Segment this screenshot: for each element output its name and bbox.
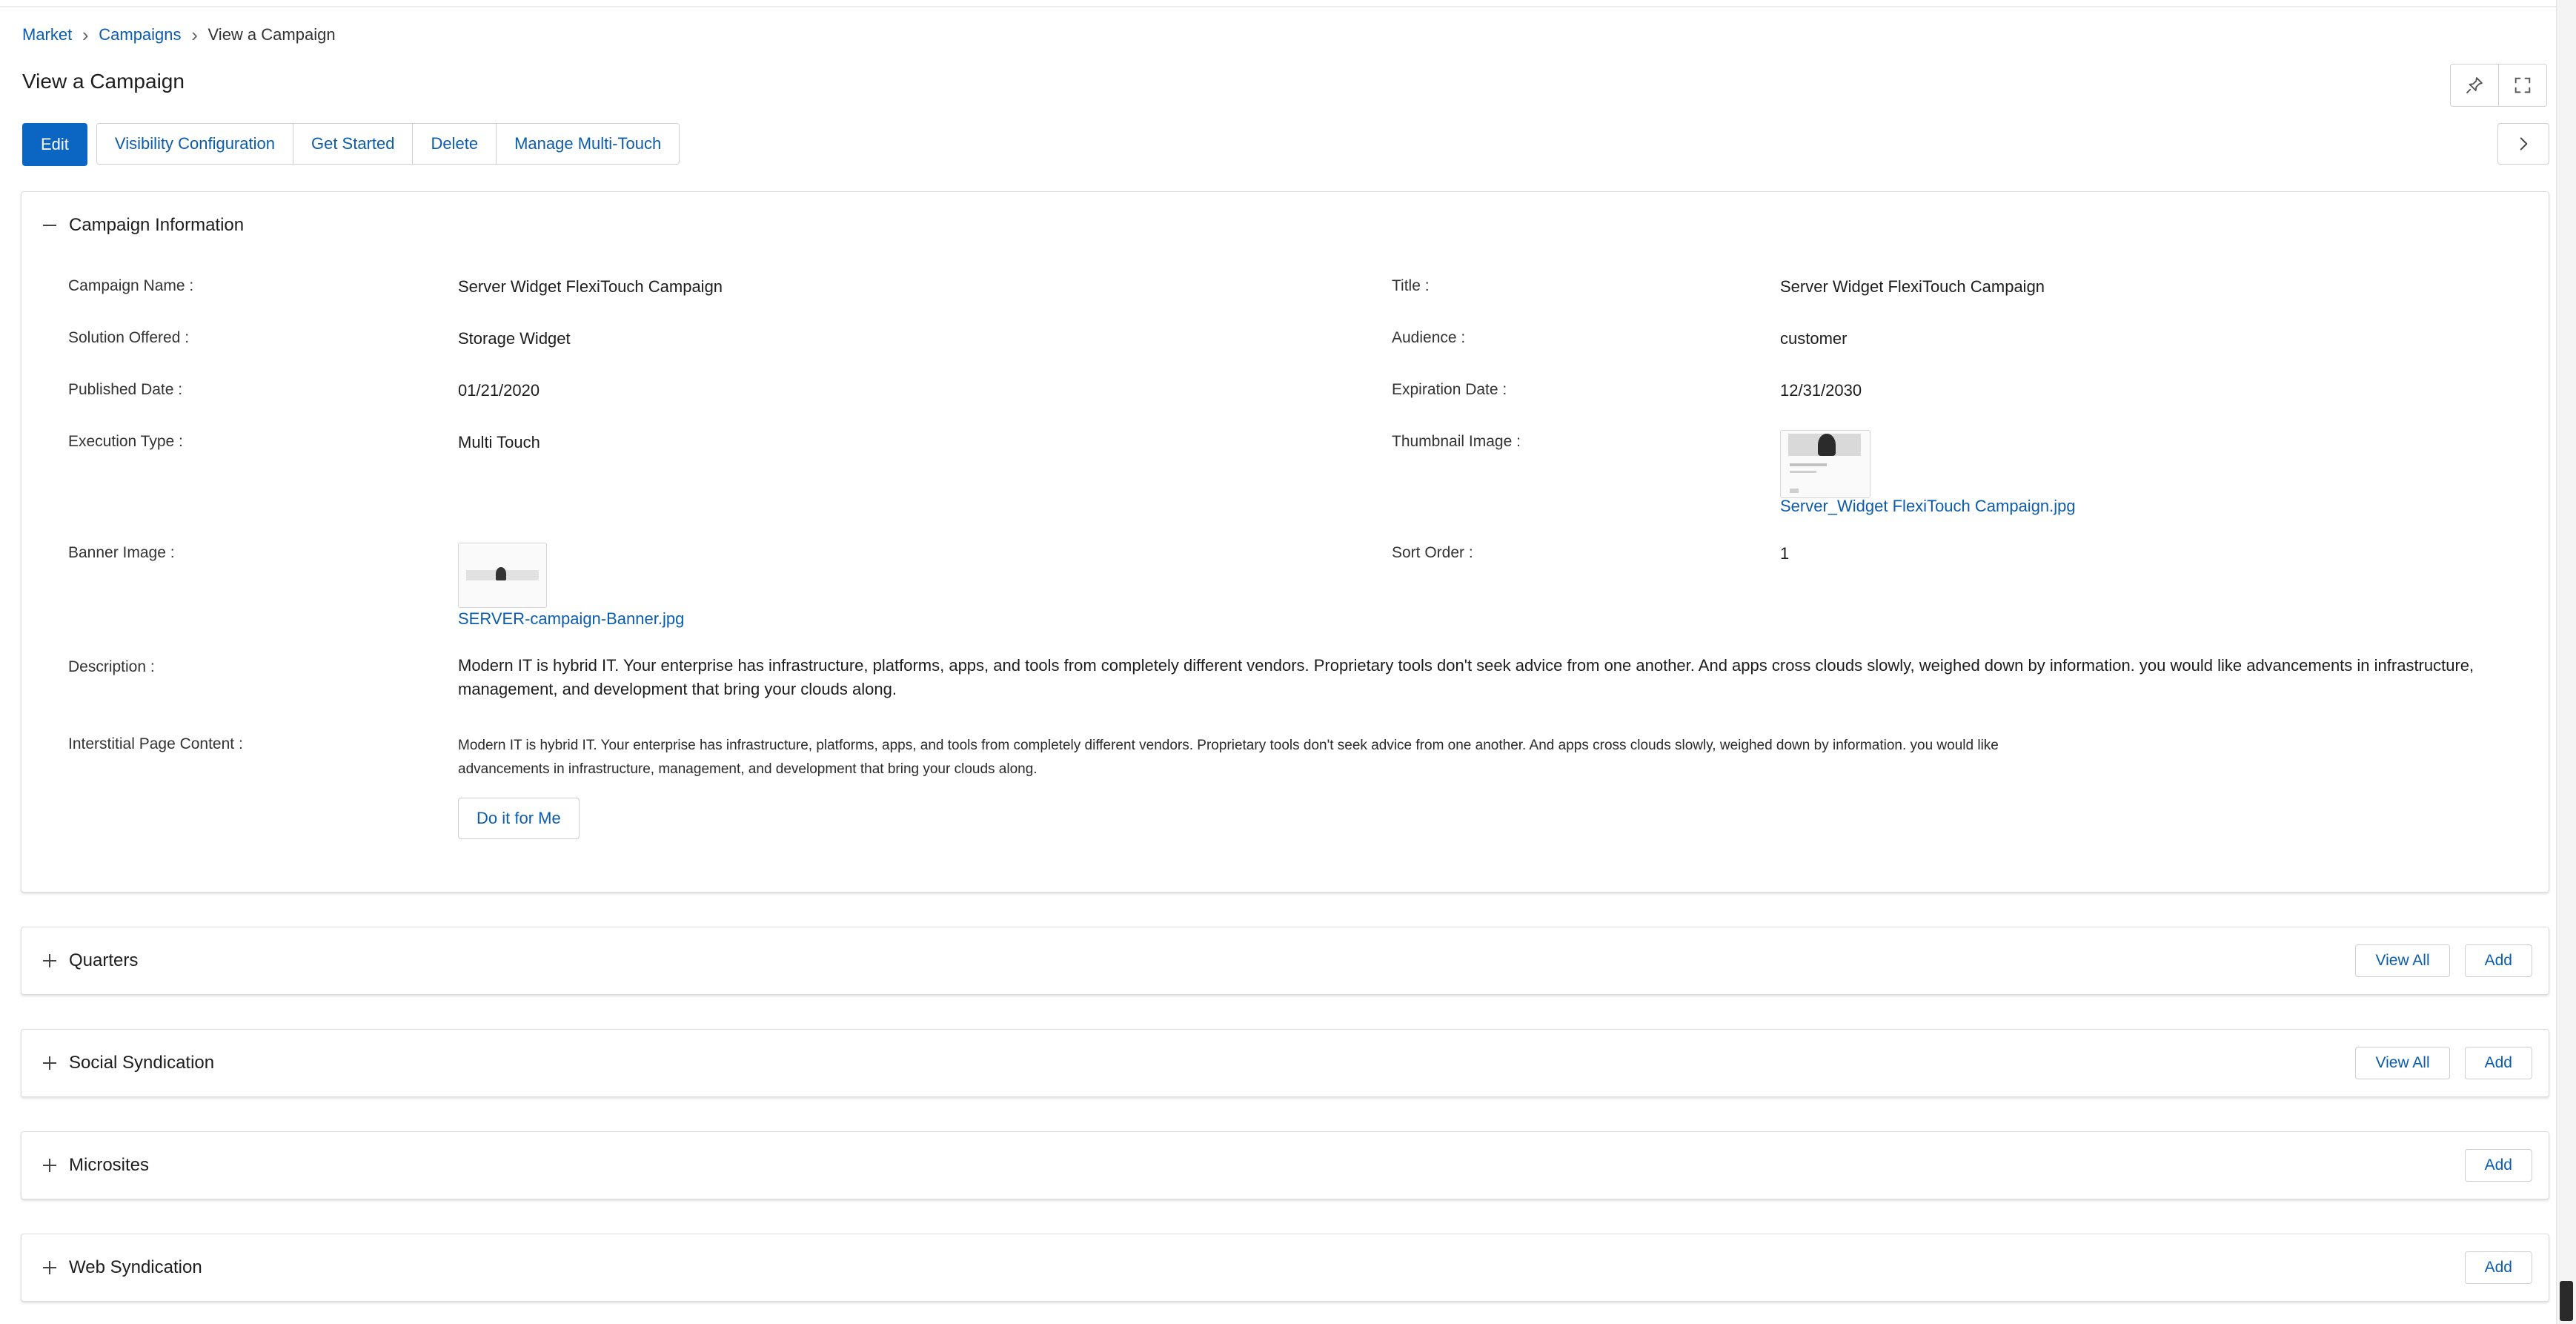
panel-title: Web Syndication — [69, 1257, 202, 1277]
panel-header: Web Syndication Add — [21, 1234, 2549, 1301]
panel-header: Microsites Add — [21, 1132, 2549, 1199]
view-all-button[interactable]: View All — [2355, 944, 2450, 977]
panel-header: Campaign Information — [21, 192, 2549, 259]
quarters-panel: Quarters View All Add — [21, 927, 2549, 995]
audience-label: Audience : — [1392, 329, 1466, 346]
panel-actions: View All Add — [2355, 944, 2532, 977]
view-all-button[interactable]: View All — [2355, 1047, 2450, 1079]
action-toolbar: Edit Visibility Configuration Get Starte… — [22, 123, 680, 166]
breadcrumb-current: View a Campaign — [208, 25, 336, 44]
scrollbar-thumb[interactable] — [2560, 1281, 2573, 1321]
title-value: Server Widget FlexiTouch Campaign — [1780, 277, 2045, 296]
header-icon-group — [2450, 64, 2547, 107]
add-button[interactable]: Add — [2464, 944, 2532, 977]
get-started-button[interactable]: Get Started — [292, 124, 413, 164]
visibility-configuration-button[interactable]: Visibility Configuration — [96, 124, 293, 164]
chevron-right-icon: › — [191, 24, 198, 46]
add-button[interactable]: Add — [2464, 1149, 2532, 1182]
expiration-date-label: Expiration Date : — [1392, 381, 1507, 398]
panel-actions: View All Add — [2355, 1047, 2532, 1079]
top-divider — [0, 6, 2576, 7]
description-label: Description : — [68, 658, 155, 675]
thumbnail-image-preview[interactable] — [1780, 430, 1870, 498]
panel-header: Quarters View All Add — [21, 927, 2549, 994]
banner-image-preview[interactable] — [458, 543, 547, 608]
breadcrumb-market-link[interactable]: Market — [22, 25, 72, 44]
expand-icon[interactable] — [39, 1257, 60, 1278]
sort-order-label: Sort Order : — [1392, 544, 1473, 561]
thumbnail-file-link[interactable]: Server_Widget FlexiTouch Campaign.jpg — [1780, 497, 2076, 516]
expand-icon[interactable] — [39, 1053, 60, 1073]
pin-icon — [2466, 77, 2483, 93]
next-record-button[interactable] — [2497, 123, 2549, 165]
panel-title: Social Syndication — [69, 1053, 215, 1073]
delete-button[interactable]: Delete — [412, 124, 497, 164]
breadcrumb: Market › Campaigns › View a Campaign — [22, 24, 336, 46]
add-button[interactable]: Add — [2464, 1047, 2532, 1079]
published-date-label: Published Date : — [68, 381, 183, 398]
expiration-date-value: 12/31/2030 — [1780, 381, 1862, 400]
campaign-name-label: Campaign Name : — [68, 277, 194, 294]
expand-icon[interactable] — [39, 950, 60, 971]
do-it-for-me-button[interactable]: Do it for Me — [458, 798, 580, 839]
edit-button[interactable]: Edit — [22, 123, 87, 166]
pin-button[interactable] — [2451, 64, 2498, 106]
audience-value: customer — [1780, 329, 1848, 348]
solution-offered-label: Solution Offered : — [68, 329, 190, 346]
page-scrollbar[interactable] — [2556, 0, 2576, 1324]
sort-order-value: 1 — [1780, 544, 1790, 563]
panel-title: Microsites — [69, 1155, 150, 1175]
action-button-group: Visibility Configuration Get Started Del… — [96, 123, 680, 165]
panel-title: Campaign Information — [69, 215, 245, 235]
solution-offered-value: Storage Widget — [458, 329, 571, 348]
banner-image-label: Banner Image : — [68, 544, 175, 561]
page-title: View a Campaign — [22, 70, 185, 93]
panel-header: Social Syndication View All Add — [21, 1030, 2549, 1096]
execution-type-value: Multi Touch — [458, 433, 540, 451]
social-syndication-panel: Social Syndication View All Add — [21, 1029, 2549, 1097]
chevron-right-icon — [2520, 137, 2528, 150]
manage-multi-touch-button[interactable]: Manage Multi-Touch — [496, 124, 680, 164]
published-date-value: 01/21/2020 — [458, 381, 540, 400]
panel-title: Quarters — [69, 950, 139, 970]
interstitial-value: Modern IT is hybrid IT. Your enterprise … — [458, 738, 1999, 777]
microsites-panel: Microsites Add — [21, 1131, 2549, 1199]
panel-actions: Add — [2464, 1251, 2532, 1284]
panel-actions: Add — [2464, 1149, 2532, 1182]
collapse-icon[interactable] — [39, 215, 60, 236]
fullscreen-icon — [2514, 77, 2531, 93]
interstitial-label: Interstitial Page Content : — [68, 735, 243, 752]
thumbnail-image-label: Thumbnail Image : — [1392, 433, 1521, 450]
expand-icon[interactable] — [39, 1155, 60, 1176]
fullscreen-button[interactable] — [2498, 64, 2546, 106]
chevron-right-icon: › — [82, 24, 89, 46]
description-value: Modern IT is hybrid IT. Your enterprise … — [458, 656, 2474, 698]
execution-type-label: Execution Type : — [68, 433, 183, 450]
banner-file-link[interactable]: SERVER-campaign-Banner.jpg — [458, 609, 684, 629]
add-button[interactable]: Add — [2464, 1251, 2532, 1284]
campaign-information-panel: Campaign Information — [21, 191, 2549, 893]
campaign-name-value: Server Widget FlexiTouch Campaign — [458, 277, 723, 296]
web-syndication-panel: Web Syndication Add — [21, 1234, 2549, 1302]
title-label: Title : — [1392, 277, 1430, 294]
breadcrumb-campaigns-link[interactable]: Campaigns — [99, 25, 181, 44]
